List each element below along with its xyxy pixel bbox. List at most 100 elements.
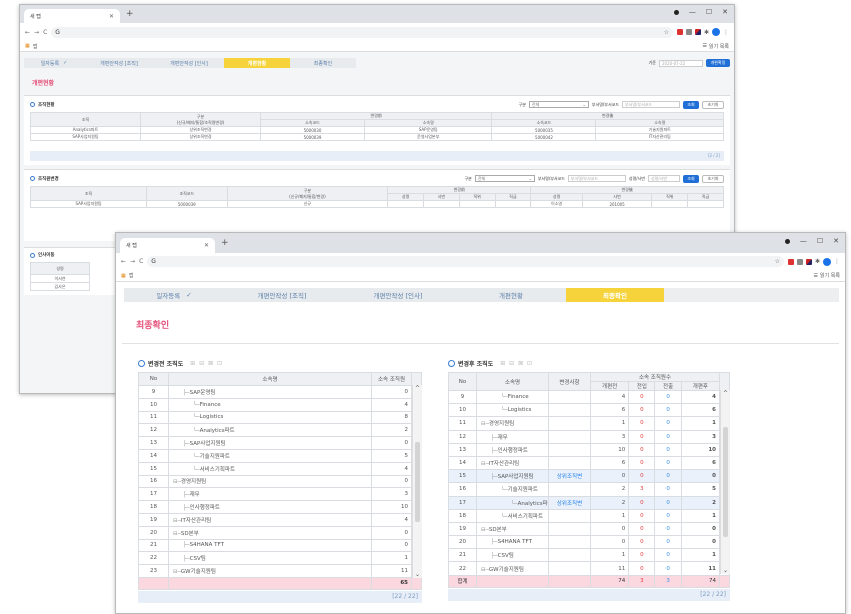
reload-icon[interactable]: C — [139, 258, 143, 265]
table-row[interactable]: 17 ├─재무 3 — [138, 487, 422, 502]
table-row[interactable]: 18 ├─인사행정파트 10 — [138, 500, 422, 514]
filter-select[interactable]: 전체 ⌄ — [528, 101, 589, 108]
step-5[interactable]: 최종확인 — [290, 58, 356, 68]
url-omnibox[interactable]: G ☆ — [147, 256, 784, 267]
avatar[interactable] — [712, 28, 720, 36]
search-button[interactable]: 조회 — [683, 174, 699, 183]
scroll-thumb[interactable] — [415, 442, 420, 522]
browser-tab[interactable]: 새 탭 ✕ — [120, 238, 215, 253]
toolbar-icons[interactable]: ⊞ ⊟ ⊠ ⊡ — [500, 360, 533, 367]
extension-icon[interactable] — [694, 29, 701, 35]
step-3[interactable]: 개편안작성 [인사] — [154, 58, 224, 68]
close-window-icon[interactable]: ✕ — [722, 8, 728, 16]
table-row[interactable]: 이서연 — [30, 274, 90, 283]
puzzle-icon[interactable]: ✱ — [815, 258, 820, 265]
close-tab-icon[interactable]: ✕ — [109, 13, 114, 20]
table-row[interactable]: 14 └─기술지원파트 5 — [138, 448, 422, 463]
table-row[interactable]: 16 ⊟─경영지원팀 0 — [138, 474, 422, 489]
url-omnibox[interactable]: G ☆ — [51, 26, 673, 38]
table-row[interactable]: 21 ├─S4HANA TFT 0 — [138, 538, 422, 553]
back-arrow-icon[interactable]: ← — [121, 258, 126, 265]
browser-tab[interactable]: 새 탭 ✕ — [24, 9, 120, 23]
reload-icon[interactable]: C — [43, 29, 47, 36]
forward-arrow-icon[interactable]: → — [34, 29, 39, 36]
extension-icon[interactable] — [805, 258, 812, 265]
step-4[interactable]: 개편현황 — [224, 58, 290, 68]
name-input[interactable]: 성명/사번 — [648, 175, 680, 182]
table-row[interactable]: 17 └─Analytics파 상위조직변 2 0 0 2 — [448, 495, 730, 510]
close-tab-icon[interactable]: ✕ — [204, 242, 209, 249]
date-input[interactable]: 2020-07-22 — [659, 59, 703, 67]
step-3[interactable]: 개편안작성 [인사] — [340, 288, 456, 302]
new-tab-icon[interactable]: + — [126, 9, 134, 19]
apps-icon[interactable]: ▦ — [25, 43, 30, 49]
forward-arrow-icon[interactable]: → — [130, 258, 135, 265]
scroll-thumb[interactable] — [723, 427, 728, 537]
table-row[interactable]: 16 └─기술지원파트 2 3 0 5 — [448, 482, 730, 497]
table-row[interactable]: SAP사업지원팀 5000039 신규 이소영 201005 — [29, 200, 724, 208]
table-row[interactable]: 19 ⊟─SD본부 0 0 0 0 — [448, 521, 730, 537]
table-row[interactable]: 14 ⊟─IT자산관리팀 6 0 0 6 — [448, 455, 730, 471]
filter-select[interactable]: 전체 ⌄ — [474, 175, 535, 182]
table-row[interactable]: 18 └─서비스기획파트 1 0 0 1 — [448, 508, 730, 523]
confirm-button[interactable]: 개편확정 — [706, 59, 730, 67]
table-row[interactable]: 21 ├─CSV팀 1 0 0 1 — [448, 548, 730, 563]
reading-list-label[interactable]: 읽기 목록 — [709, 43, 729, 50]
table-row[interactable]: SAP사업지원팀 상위조직변경 5000039 운영사업본부 5000042 IT자산관리… — [30, 133, 724, 141]
avatar[interactable] — [823, 257, 831, 266]
step-2[interactable]: 개편안작성 [조직] — [224, 288, 340, 302]
close-window-icon[interactable]: ✕ — [833, 237, 839, 245]
table-row[interactable]: 12 ├─재무 3 0 0 3 — [448, 429, 730, 444]
reading-list-label[interactable]: 읽기 목록 — [820, 272, 840, 279]
step-4[interactable]: 개편현황 — [456, 288, 566, 302]
table-row[interactable]: 9 └─Finance 4 0 0 4 — [448, 389, 730, 405]
reset-button[interactable]: 초기화 — [702, 100, 724, 109]
search-input[interactable]: 부서명/부서코드 — [622, 101, 680, 108]
star-icon[interactable]: ☆ — [775, 258, 780, 265]
table-row[interactable]: 20 ├─S4HANA TFT 0 0 0 0 — [448, 535, 730, 550]
record-icon[interactable] — [673, 10, 679, 15]
table-row[interactable]: 11 ⊟─경영지원팀 1 0 0 1 — [448, 416, 730, 431]
table-row[interactable]: 김사은 — [30, 282, 90, 291]
record-icon[interactable] — [784, 239, 790, 244]
table-row[interactable]: 15 ├─SAP사업지원팀 상위조직변 0 0 0 0 — [448, 469, 730, 484]
reset-button[interactable]: 초기화 — [702, 174, 724, 183]
step-5[interactable]: 최종확인 — [566, 288, 664, 302]
table-row[interactable]: 9 ├─SAP운영팀 0 — [138, 385, 422, 399]
table-row[interactable]: 20 ⊟─SD본부 0 — [138, 525, 422, 540]
maximize-icon[interactable]: ☐ — [706, 8, 712, 16]
puzzle-icon[interactable]: ✱ — [704, 29, 709, 36]
minimize-icon[interactable]: — — [800, 237, 807, 245]
reading-list-icon[interactable]: ☰ — [814, 273, 818, 279]
back-arrow-icon[interactable]: ← — [25, 29, 30, 36]
star-icon[interactable]: ☆ — [664, 29, 669, 36]
table-row[interactable]: 11 └─Logistics 8 — [138, 410, 422, 425]
extension-icon[interactable] — [676, 29, 683, 35]
table-row[interactable]: 22 ⊟─GW기술지원팀 11 0 0 11 — [448, 561, 730, 576]
table-row[interactable]: 13 ├─SAP사업지원팀 0 — [138, 436, 422, 450]
minimize-icon[interactable]: — — [689, 8, 696, 16]
extension-icon[interactable] — [685, 29, 692, 35]
step-2[interactable]: 개편안작성 [조직] — [84, 58, 154, 68]
search-button[interactable]: 조회 — [683, 100, 699, 109]
extension-icon[interactable] — [796, 258, 803, 265]
table-row[interactable]: 12 └─Analytics파트 2 — [138, 423, 422, 438]
extension-icon[interactable] — [787, 258, 794, 265]
maximize-icon[interactable]: ☐ — [817, 237, 823, 245]
table-row[interactable]: 10 └─Logistics 6 0 0 6 — [448, 403, 730, 418]
table-row[interactable]: Analytics파트 상위조직변경 5000030 SAP운영팀 5000035 기술지… — [30, 126, 724, 134]
toolbar-icons[interactable]: ⊞ ⊟ ⊠ ⊡ — [190, 360, 223, 367]
table-row[interactable]: 13 ├─인사행정파트 10 0 0 10 — [448, 442, 730, 457]
scrollbar[interactable]: ^ ⌄ — [720, 390, 730, 574]
menu-icon[interactable]: ⋮ — [723, 29, 729, 36]
scrollbar[interactable]: ^ ⌄ — [412, 385, 422, 578]
reading-list-icon[interactable]: ☰ — [703, 43, 707, 49]
table-row[interactable]: 22 ├─CSV팀 1 — [138, 551, 422, 566]
step-1[interactable]: 일자등록 ✓ — [24, 58, 84, 68]
menu-icon[interactable]: ⋮ — [834, 258, 840, 265]
table-row[interactable]: 10 └─Finance 4 — [138, 397, 422, 412]
new-tab-icon[interactable]: + — [221, 238, 229, 248]
table-row[interactable]: 15 └─서비스기획파트 4 — [138, 461, 422, 476]
table-row[interactable]: 23 ⊟─GW기술지원팀 11 — [138, 564, 422, 578]
search-input[interactable]: 부서명/부서코드 — [567, 175, 626, 182]
